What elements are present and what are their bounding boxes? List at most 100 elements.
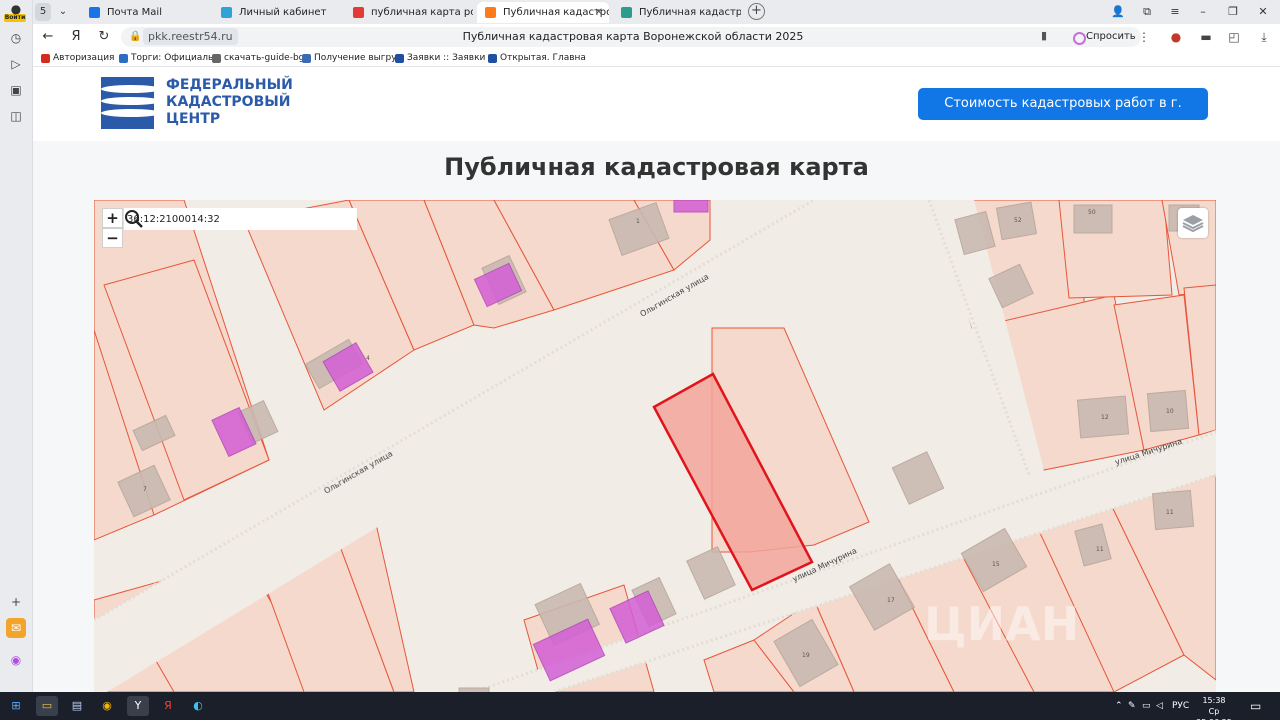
search-icon[interactable] xyxy=(124,209,144,229)
network-icon[interactable]: ▭ xyxy=(1142,692,1151,720)
cadastral-map[interactable]: Ольгинская улица Ольгинская улица улица … xyxy=(94,200,1216,692)
tab-counter[interactable]: 5 xyxy=(35,3,51,21)
bookmark-item[interactable]: скачать-guide-bg xyxy=(212,51,304,66)
bookmark-item[interactable]: Торги: Официаль xyxy=(119,51,213,66)
house-number: 7 xyxy=(143,486,147,493)
house-number: 1 xyxy=(636,218,640,225)
minimize-icon[interactable]: – xyxy=(1193,3,1213,21)
chevron-down-icon[interactable]: ⌄ xyxy=(55,3,71,21)
tab-cabinet[interactable]: Личный кабинет xyxy=(213,2,333,23)
volume-icon[interactable]: ◁ xyxy=(1156,692,1163,720)
tab-active[interactable]: Публичная кадастров ✕ xyxy=(477,2,609,23)
file-icon xyxy=(212,54,221,63)
mail-app-icon[interactable]: ✉ xyxy=(6,618,26,638)
house-number: 52 xyxy=(1014,217,1022,224)
house-number: 4 xyxy=(366,355,370,362)
tab-label: Почта Mail xyxy=(107,7,162,18)
site-header: ФЕДЕРАЛЬНЫЙ КАДАСТРОВЫЙ ЦЕНТР Стоимость … xyxy=(33,67,1280,143)
house-number: 19 xyxy=(802,652,810,659)
tab-strip: 5 ⌄ Почта Mail Личный кабинет публичная … xyxy=(33,0,1280,24)
language-indicator[interactable]: РУС xyxy=(1172,692,1189,720)
downloads-icon[interactable]: ▬ xyxy=(1197,28,1215,46)
zoom-out-button[interactable]: − xyxy=(102,228,123,248)
new-tab-button[interactable]: + xyxy=(748,3,765,20)
tab-label: публичная карта росреестр xyxy=(371,7,473,18)
reload-icon[interactable]: ↻ xyxy=(95,28,113,46)
yandex-browser-icon[interactable]: Y xyxy=(127,696,149,716)
bookmark-label: Получение выгру xyxy=(314,53,397,63)
house-number: 12 xyxy=(1101,414,1109,421)
map-canvas[interactable]: Ольгинская улица Ольгинская улица улица … xyxy=(94,200,1216,692)
house-number: 15 xyxy=(992,561,1000,568)
lock-icon[interactable]: 🔒 xyxy=(129,31,141,42)
clock-time: 15:38 xyxy=(1202,696,1226,705)
logo-line: КАДАСТРОВЫЙ xyxy=(166,94,291,110)
logo-text[interactable]: ФЕДЕРАЛЬНЫЙ КАДАСТРОВЫЙ ЦЕНТР xyxy=(166,77,293,128)
notepad-icon[interactable]: ▤ xyxy=(66,696,88,716)
screenshot-icon[interactable]: ◫ xyxy=(6,106,26,126)
notifications-icon[interactable]: ▭ xyxy=(1250,692,1261,720)
page-heading: Публичная кадастровая карта xyxy=(444,153,869,181)
user-icon[interactable]: 👤 xyxy=(1108,3,1128,21)
house-number: 11 xyxy=(1096,546,1104,553)
collections-icon[interactable]: ⧉ xyxy=(1137,3,1157,21)
url-domain[interactable]: pkk.reestr54.ru xyxy=(143,28,238,45)
layers-button[interactable] xyxy=(1178,208,1208,238)
menu-icon[interactable]: ≡ xyxy=(1165,3,1185,21)
yandex-app-icon[interactable]: Я xyxy=(157,696,179,716)
notes-icon[interactable]: ▣ xyxy=(6,80,26,100)
restore-icon[interactable]: ❐ xyxy=(1223,3,1243,21)
alice-icon[interactable]: ◉ xyxy=(6,650,26,670)
emblem-icon xyxy=(119,54,128,63)
download-arrow-icon[interactable]: ⤓ xyxy=(1255,28,1273,46)
edge-icon[interactable]: ◐ xyxy=(187,696,209,716)
start-icon[interactable]: ⊞ xyxy=(5,696,27,716)
clock-date: Ср 25.06.25 xyxy=(1196,707,1232,727)
search-input[interactable] xyxy=(124,208,329,230)
globe-icon xyxy=(302,54,311,63)
tab-search[interactable]: публичная карта росреестр xyxy=(345,2,473,23)
bookmark-label: скачать-guide-bg xyxy=(224,53,305,63)
play-icon[interactable]: ▷ xyxy=(6,54,26,74)
bookmark-item[interactable]: Авторизация xyxy=(41,51,114,66)
tab-mail[interactable]: Почта Mail xyxy=(81,2,201,23)
app-icon xyxy=(395,54,404,63)
logo[interactable] xyxy=(101,77,154,129)
pen-icon[interactable]: ✎ xyxy=(1128,692,1136,720)
tab-label: Личный кабинет xyxy=(239,7,327,18)
house-number: 11 xyxy=(1166,509,1174,516)
heart-icon xyxy=(488,54,497,63)
tray-up-icon[interactable]: ⌃ xyxy=(1115,692,1123,720)
logo-line: ЦЕНТР xyxy=(166,111,221,127)
bookmark-item[interactable]: Заявки :: Заявки н xyxy=(395,51,494,66)
browser-sidebar: ● Войти ◷ ▷ ▣ ◫ + ✉ ◉ xyxy=(0,0,33,692)
history-icon[interactable]: ◷ xyxy=(6,28,26,48)
bookmarks-bar: Авторизация Торги: Официаль скачать-guid… xyxy=(33,50,1280,67)
close-window-icon[interactable]: ✕ xyxy=(1253,3,1273,21)
back-icon[interactable]: ← xyxy=(39,28,57,46)
bookmark-icon[interactable]: ▮ xyxy=(1041,29,1047,42)
tab-label: Публичная кадастров xyxy=(503,7,609,18)
add-icon[interactable]: + xyxy=(6,592,26,612)
zoom-in-button[interactable]: + xyxy=(102,208,123,228)
page-title-in-bar: Публичная кадастровая карта Воронежской … xyxy=(462,30,804,43)
cadastral-search xyxy=(124,208,357,230)
extension-icon[interactable]: ● xyxy=(1167,28,1185,46)
explorer-icon[interactable]: ▭ xyxy=(36,696,58,716)
clock[interactable]: 15:38 Ср 25.06.25 xyxy=(1192,695,1236,728)
yandex-home-icon[interactable]: Я xyxy=(67,28,85,46)
web-page: ФЕДЕРАЛЬНЫЙ КАДАСТРОВЫЙ ЦЕНТР Стоимость … xyxy=(33,67,1280,692)
ask-button[interactable]: Спросить xyxy=(1070,28,1142,45)
chrome-icon[interactable]: ◉ xyxy=(96,696,118,716)
more-icon[interactable]: ⋮ xyxy=(1135,28,1153,46)
tab-pkk[interactable]: Публичная кадастровая xyxy=(613,2,741,23)
bookmark-label: Торги: Официаль xyxy=(131,53,214,63)
mail-icon xyxy=(89,7,100,18)
bookmark-item[interactable]: Получение выгру xyxy=(302,51,397,66)
bookmark-item[interactable]: Открытая. Главна xyxy=(488,51,586,66)
close-icon[interactable]: ✕ xyxy=(595,2,603,23)
login-label[interactable]: Войти xyxy=(4,14,26,22)
extensions-icon[interactable]: ◰ xyxy=(1225,28,1243,46)
fire-icon xyxy=(485,7,496,18)
cadastral-cost-button[interactable]: Стоимость кадастровых работ в г. Воронеж xyxy=(918,88,1208,143)
